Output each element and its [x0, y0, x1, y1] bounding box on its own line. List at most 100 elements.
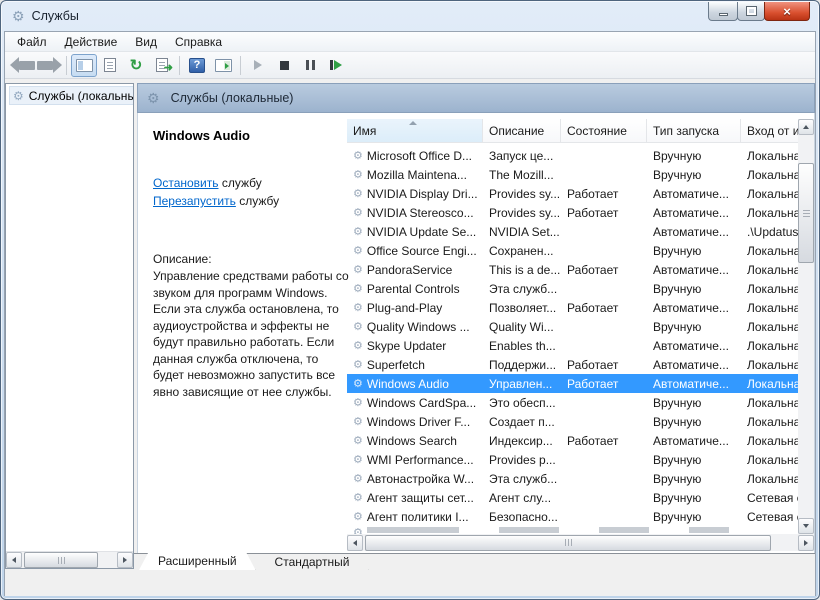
service-description-cell: Сохранен... — [483, 241, 561, 260]
properties-button[interactable] — [97, 54, 123, 77]
menu-view[interactable]: Вид — [126, 33, 166, 51]
service-description-cell: Запуск це... — [483, 146, 561, 165]
scroll-up-icon — [803, 125, 809, 129]
show-action-pane-button[interactable] — [210, 54, 236, 77]
restart-service-button[interactable] — [323, 54, 349, 77]
service-logon-cell: Локальна — [741, 469, 804, 488]
menu-help[interactable]: Справка — [166, 33, 231, 51]
service-gear-icon: ⚙ — [353, 263, 363, 276]
list-horizontal-scrollbar[interactable] — [347, 534, 814, 551]
table-row[interactable]: ⚙Skype UpdaterEnables th...Автоматиче...… — [347, 336, 804, 355]
services-gear-icon: ⚙ — [12, 9, 25, 23]
service-logon-cell: Локальна — [741, 393, 804, 412]
table-row[interactable]: ⚙Parental ControlsЭта служб...ВручнуюЛок… — [347, 279, 804, 298]
tab-standard[interactable]: Стандартный — [256, 554, 369, 570]
table-row[interactable]: ⚙Mozilla Maintena...The Mozill...Вручную… — [347, 165, 804, 184]
services-window: ⚙ Службы × Файл Действие Вид Справка ↻ ➜… — [0, 0, 820, 600]
table-row[interactable]: ⚙Windows Driver F...Создает п...ВручнуюЛ… — [347, 412, 804, 431]
scrollbar-thumb[interactable] — [365, 535, 771, 551]
scrollbar-thumb[interactable] — [798, 163, 814, 263]
service-name-cell: ⚙Plug-and-Play — [347, 298, 483, 317]
table-row[interactable]: ⚙PandoraServiceThis is a de...РаботаетАв… — [347, 260, 804, 279]
scrollbar-thumb[interactable] — [24, 552, 98, 568]
view-tabs: Расширенный Стандартный — [134, 553, 815, 570]
service-status-cell — [561, 450, 647, 469]
service-startup-type-cell: Вручную — [647, 279, 741, 298]
table-row[interactable]: ⚙WMI Performance...Provides p...ВручнуюЛ… — [347, 450, 804, 469]
scroll-right-icon — [804, 540, 808, 546]
start-service-button[interactable] — [245, 54, 271, 77]
service-logon-cell: Локальна — [741, 146, 804, 165]
service-description-cell: Provides p... — [483, 450, 561, 469]
refresh-button[interactable]: ↻ — [123, 54, 149, 77]
service-name-cell: ⚙WMI Performance... — [347, 450, 483, 469]
tab-extended[interactable]: Расширенный — [139, 553, 256, 570]
service-description-cell: Enables th... — [483, 336, 561, 355]
table-row[interactable]: ⚙Microsoft Office D...Запуск це...Вручну… — [347, 146, 804, 165]
service-name-cell: ⚙Skype Updater — [347, 336, 483, 355]
tree-item-label: Службы (локальные) — [29, 89, 134, 103]
table-row[interactable]: ⚙SuperfetchПоддержи...РаботаетАвтоматиче… — [347, 355, 804, 374]
stop-service-link[interactable]: Остановить — [153, 176, 219, 190]
forward-arrow-icon — [37, 61, 53, 70]
scroll-left-button[interactable] — [6, 552, 22, 568]
service-gear-icon: ⚙ — [353, 491, 363, 504]
table-row[interactable]: ⚙Plug-and-PlayПозволяет...РаботаетАвтома… — [347, 298, 804, 317]
column-header-description[interactable]: Описание — [483, 119, 561, 142]
table-row[interactable]: ⚙Агент защиты сет...Агент слу...ВручнуюС… — [347, 488, 804, 507]
scroll-up-button[interactable] — [798, 119, 814, 135]
close-button[interactable]: × — [764, 2, 810, 21]
back-button[interactable] — [10, 54, 36, 77]
title-bar[interactable]: ⚙ Службы × — [1, 1, 819, 31]
service-status-cell — [561, 412, 647, 431]
menu-file[interactable]: Файл — [8, 33, 56, 51]
services-list: Имя Описание Состояние Тип запуска Вход … — [347, 113, 814, 553]
forward-button[interactable] — [36, 54, 62, 77]
console-tree-panel: ⚙ Службы (локальные) — [5, 83, 134, 569]
properties-icon — [104, 58, 116, 72]
stop-service-button[interactable] — [271, 54, 297, 77]
maximize-button[interactable] — [737, 2, 765, 21]
service-startup-type-cell: Автоматиче... — [647, 431, 741, 450]
table-row[interactable]: ⚙Агент политики I...Безопасно...ВручнуюС… — [347, 507, 804, 526]
service-gear-icon: ⚙ — [353, 320, 363, 333]
table-row[interactable]: ⚙Windows SearchИндексир...РаботаетАвтома… — [347, 431, 804, 450]
service-description-cell: Provides sy... — [483, 184, 561, 203]
scroll-down-button[interactable] — [798, 518, 814, 534]
scroll-right-button[interactable] — [798, 535, 814, 551]
column-header-status[interactable]: Состояние — [561, 119, 647, 142]
service-name-cell: ⚙Windows CardSpa... — [347, 393, 483, 412]
table-row[interactable]: ⚙Quality Windows ...Quality Wi...Вручную… — [347, 317, 804, 336]
table-row[interactable]: ⚙Office Source Engi...Сохранен...Вручную… — [347, 241, 804, 260]
pause-service-button[interactable] — [297, 54, 323, 77]
tree-item-services-local[interactable]: ⚙ Службы (локальные) — [9, 86, 134, 105]
scroll-left-button[interactable] — [347, 535, 363, 551]
service-status-cell: Работает — [561, 298, 647, 317]
column-header-startup-type[interactable]: Тип запуска — [647, 119, 741, 142]
minimize-button[interactable] — [708, 2, 738, 21]
list-vertical-scrollbar[interactable] — [798, 119, 814, 534]
tree-horizontal-scrollbar[interactable] — [6, 551, 133, 568]
service-logon-cell: Сетевая с — [741, 488, 804, 507]
table-row[interactable]: ⚙Windows AudioУправлен...РаботаетАвтомат… — [347, 374, 804, 393]
table-row[interactable]: ⚙Автонастройка W...Эта служб...ВручнуюЛо… — [347, 469, 804, 488]
scroll-right-button[interactable] — [117, 552, 133, 568]
help-button[interactable]: ? — [184, 54, 210, 77]
scroll-down-icon — [803, 524, 809, 528]
show-console-tree-button[interactable] — [71, 54, 97, 77]
column-header-log-on-as[interactable]: Вход от и — [741, 119, 804, 142]
export-list-button[interactable]: ➜ — [149, 54, 175, 77]
table-row[interactable]: ⚙NVIDIA Stereosco...Provides sy...Работа… — [347, 203, 804, 222]
service-name-cell: ⚙Parental Controls — [347, 279, 483, 298]
service-startup-type-cell: Вручную — [647, 317, 741, 336]
table-row[interactable]: ⚙NVIDIA Display Dri...Provides sy...Рабо… — [347, 184, 804, 203]
menu-action[interactable]: Действие — [56, 33, 127, 51]
content-area: Windows Audio Остановить службу Перезапу… — [137, 113, 815, 553]
table-row[interactable]: ⚙Windows CardSpa...Это обесп...ВручнуюЛо… — [347, 393, 804, 412]
table-row[interactable]: ⚙NVIDIA Update Se...NVIDIA Set...Автомат… — [347, 222, 804, 241]
restart-service-link[interactable]: Перезапустить — [153, 194, 236, 208]
column-header-name[interactable]: Имя — [347, 119, 483, 142]
service-gear-icon: ⚙ — [353, 358, 363, 371]
service-description-cell: Позволяет... — [483, 298, 561, 317]
services-gear-icon: ⚙ — [147, 90, 160, 107]
